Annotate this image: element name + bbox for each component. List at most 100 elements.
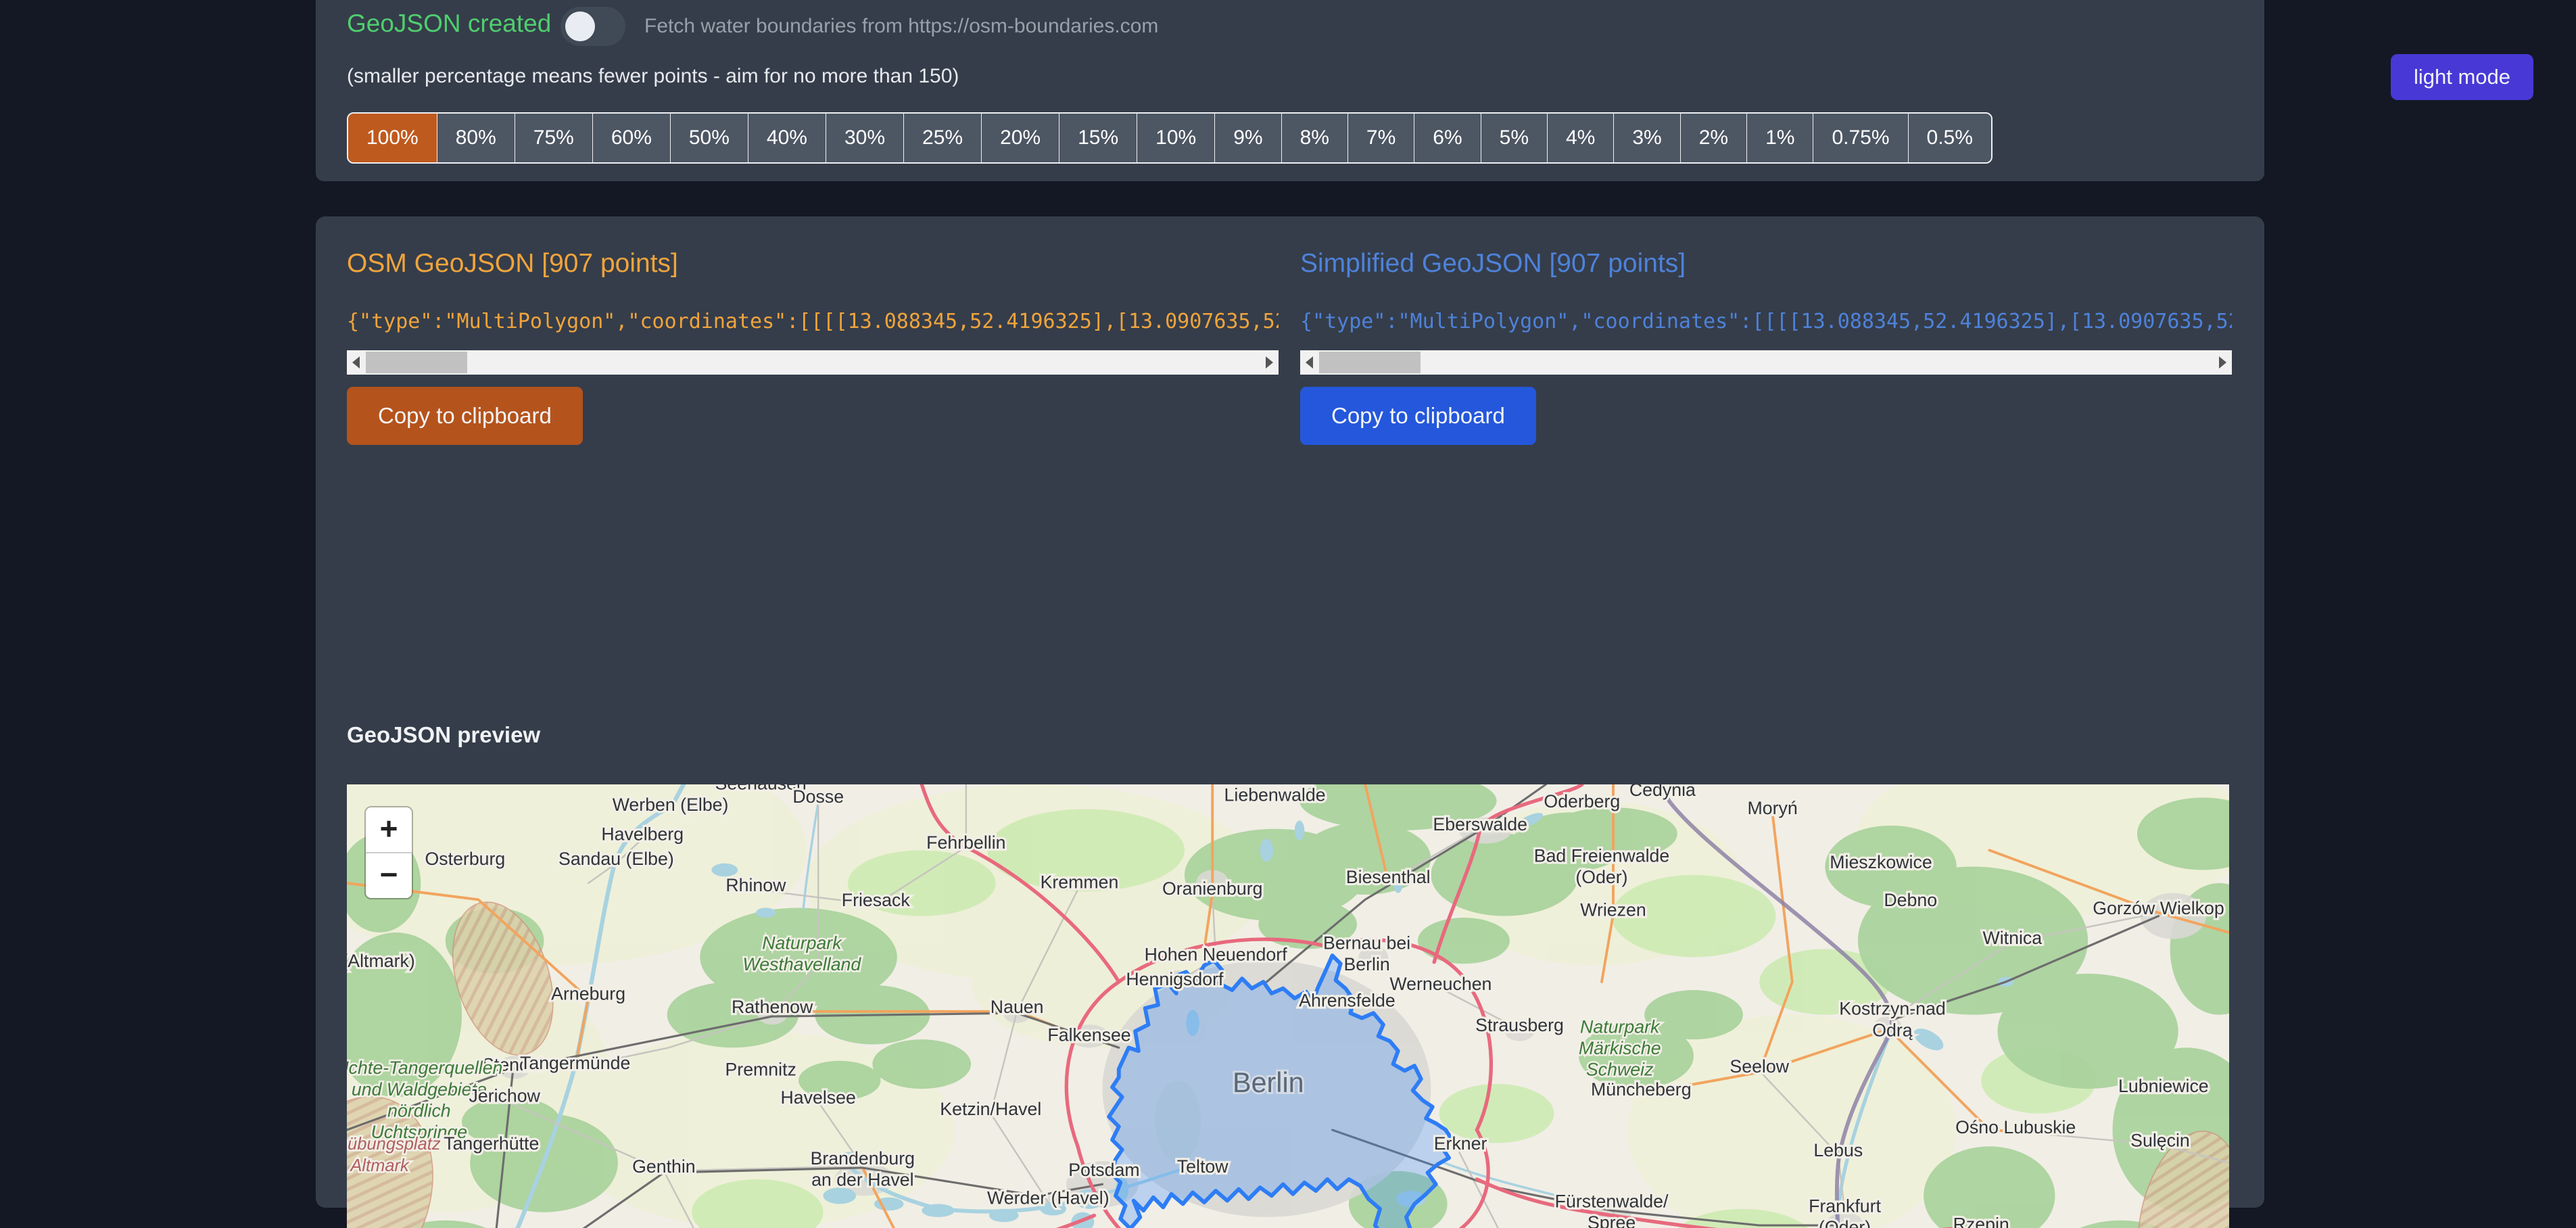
percent-button-0_75pct[interactable]: 0.75% [1813,114,1907,162]
map-label: Strausberg [1475,1015,1564,1035]
controls-section: GeoJSON created Fetch water boundaries f… [316,0,2264,181]
map-label: Falkensee [1047,1025,1130,1045]
percent-button-40pct[interactable]: 40% [748,114,826,162]
percent-button-3pct[interactable]: 3% [1613,114,1679,162]
map-label: Tangerhütte [444,1133,539,1154]
zoom-out-button[interactable]: − [366,852,412,898]
map-label: Genthin [632,1156,696,1177]
map-label: Jerichow [469,1086,541,1106]
percentage-hint: (smaller percentage means fewer points -… [347,65,959,88]
map-label: Ośno Lubuskie [1955,1117,2076,1137]
percent-button-75pct[interactable]: 75% [515,114,592,162]
percent-button-25pct[interactable]: 25% [903,114,981,162]
map-label: Werder (Havel) [987,1187,1110,1208]
map-label: Debno [1884,890,1937,910]
map-label: Lubniewice [2118,1076,2209,1096]
map-label: Oderberg [1544,791,1620,811]
map-label: Ahrensfelde [1299,990,1396,1010]
percent-button-5pct[interactable]: 5% [1481,114,1547,162]
map-label: Wriezen [1580,900,1646,920]
map-label: Tangermünde [520,1053,630,1073]
percent-button-20pct[interactable]: 20% [981,114,1059,162]
light-mode-button[interactable]: light mode [2391,54,2533,100]
map-label: Fehrbellin [926,832,1005,853]
simplified-geojson-text: {"type":"MultiPolygon","coordinates":[[[… [1300,310,2232,339]
map-label: Dosse [792,786,844,807]
map-label: Nauen [991,997,1044,1017]
map-label: Cedynia [1629,784,1696,800]
map-label: Berlin [1233,1067,1304,1098]
osm-geojson-column: OSM GeoJSON [907 points] {"type":"MultiP… [347,216,1279,690]
percent-button-6pct[interactable]: 6% [1414,114,1480,162]
percent-button-8pct[interactable]: 8% [1281,114,1347,162]
percent-button-1pct[interactable]: 1% [1746,114,1813,162]
percent-button-10pct[interactable]: 10% [1137,114,1214,162]
percent-button-4pct[interactable]: 4% [1547,114,1613,162]
geojson-preview-map[interactable]: SeehausenWerben (Elbe)DosseLiebenwaldeOd… [347,784,2229,1228]
map-label: Biesenthal [1346,867,1431,887]
map-label: Sandau (Elbe) [558,849,674,869]
simplified-json-scrollbar[interactable] [1300,350,2232,375]
map-label: Ketzin/Havel [940,1099,1041,1119]
map-label: Lebus [1813,1140,1863,1160]
preview-title: GeoJSON preview [347,722,540,748]
map-label: Kremmen [1041,872,1119,892]
zoom-control: + − [364,806,413,899]
osm-geojson-text: {"type":"MultiPolygon","coordinates":[[[… [347,310,1279,339]
percent-button-100pct[interactable]: 100% [348,114,437,162]
map-label: Hohen Neuendorf [1145,944,1287,964]
map-label: Liebenwalde [1224,784,1326,805]
map-label: Werben (Elbe) [613,795,729,815]
scrollbar-thumb[interactable] [366,352,467,373]
percent-button-50pct[interactable]: 50% [670,114,748,162]
map-label: Eberswalde [1433,814,1527,834]
map-label: Seelow [1730,1056,1789,1077]
copy-osm-button[interactable]: Copy to clipboard [347,387,583,445]
water-boundaries-toggle[interactable] [560,7,625,46]
simplified-geojson-column: Simplified GeoJSON [907 points] {"type":… [1300,216,2232,690]
map-label: Oranienburg [1162,878,1263,899]
map-label: Rhinow [725,875,786,895]
map-canvas: SeehausenWerben (Elbe)DosseLiebenwaldeOd… [347,784,2229,1228]
water-toggle-label: Fetch water boundaries from https://osm-… [644,15,1158,38]
percent-button-80pct[interactable]: 80% [437,114,515,162]
map-label: Witnica [1983,928,2043,948]
map-label: ark (Altmark) [347,951,415,971]
scrollbar-thumb[interactable] [1319,352,1421,373]
zoom-in-button[interactable]: + [366,807,412,852]
osm-json-scrollbar[interactable] [347,350,1279,375]
copy-simplified-button[interactable]: Copy to clipboard [1300,387,1536,445]
status-text: GeoJSON created [347,9,551,38]
map-label: Havelberg [601,824,684,845]
map-label: Rzepin [1953,1214,2009,1228]
scroll-left-icon[interactable] [1306,356,1313,369]
map-label: Mieszkowice [1830,852,1932,872]
map-label: Gorzów Wielkop [2093,898,2224,918]
result-panel: OSM GeoJSON [907 points] {"type":"MultiP… [316,216,2264,1208]
map-label: Arneburg [551,984,625,1004]
map-label: Müncheberg [1591,1079,1692,1100]
map-label: Werneuchen [1389,974,1492,994]
percent-button-9pct[interactable]: 9% [1214,114,1281,162]
percent-button-60pct[interactable]: 60% [592,114,670,162]
map-label: Hennigsdorf [1126,969,1224,989]
percent-button-7pct[interactable]: 7% [1347,114,1414,162]
percent-button-30pct[interactable]: 30% [826,114,903,162]
percent-button-2pct[interactable]: 2% [1680,114,1746,162]
map-label: Premnitz [725,1060,796,1080]
map-label: Sulęcin [2130,1130,2190,1150]
scroll-left-icon[interactable] [352,356,360,369]
percent-button-0_5pct[interactable]: 0.5% [1908,114,1991,162]
map-label: Frankfurt(Oder) [1809,1196,1881,1228]
simplified-geojson-title: Simplified GeoJSON [907 points] [1300,249,1686,279]
percent-button-15pct[interactable]: 15% [1059,114,1137,162]
map-label: Erkner [1434,1133,1487,1154]
map-label: Potsdam [1068,1160,1139,1180]
map-label: NaturparkMärkischeSchweiz [1579,1016,1661,1079]
map-label: Osterburg [425,849,506,869]
map-label: Friesack [842,890,911,910]
map-label: Moryń [1748,798,1798,818]
map-label: Rathenow [732,997,813,1017]
scroll-right-icon[interactable] [1266,356,1273,369]
scroll-right-icon[interactable] [2219,356,2226,369]
